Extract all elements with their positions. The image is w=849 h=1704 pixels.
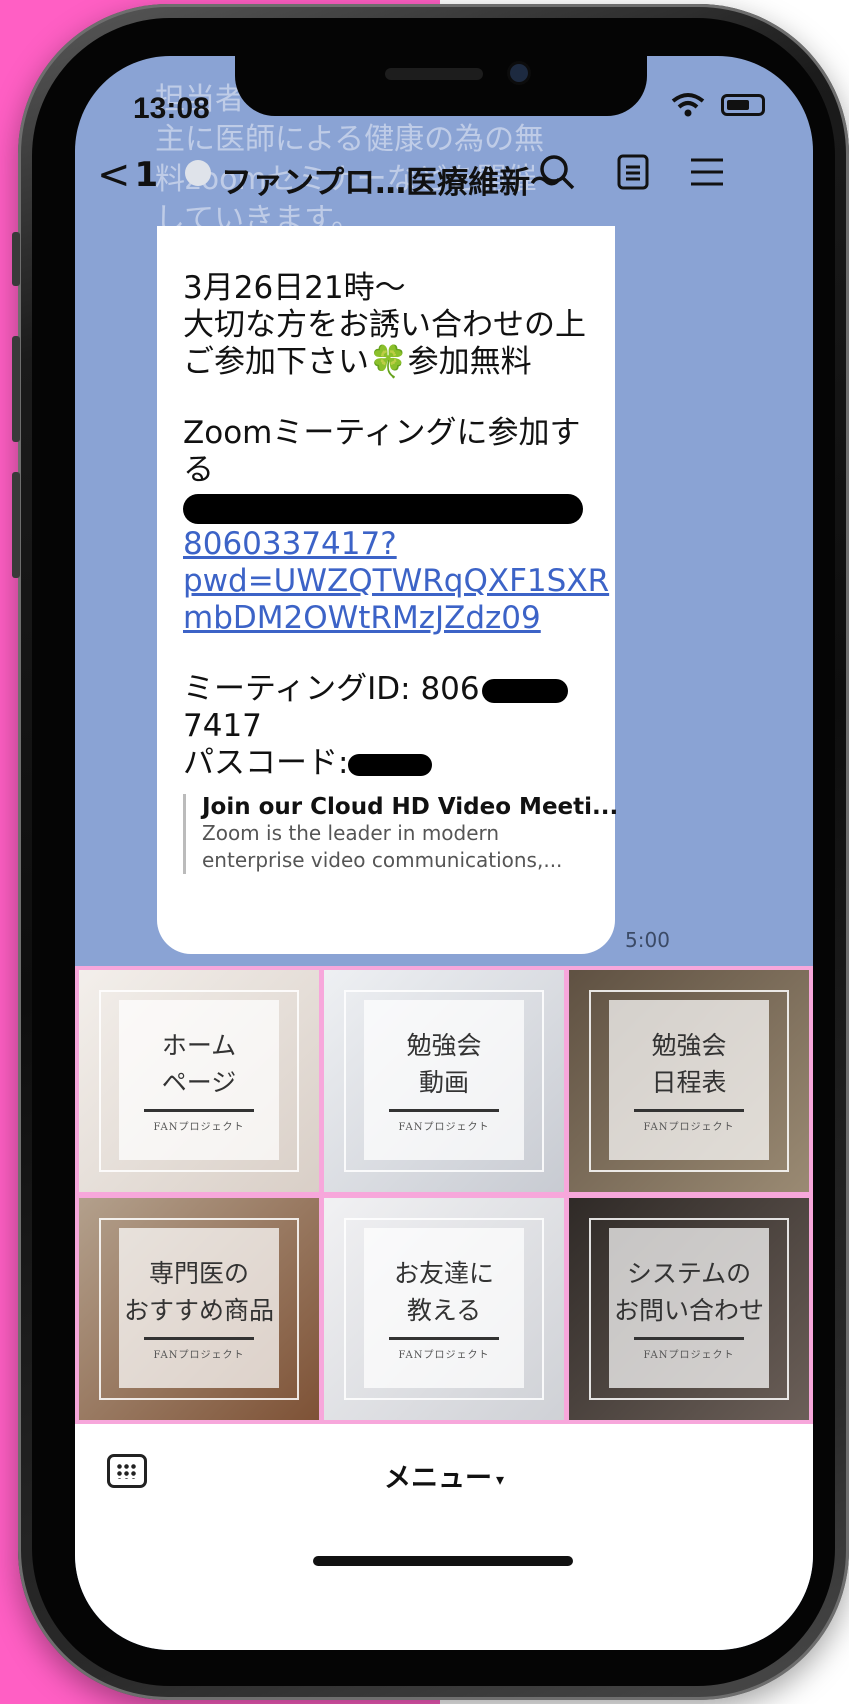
message-timestamp: 5:00 [625,928,670,952]
tile-label: ホーム ページ [161,1031,237,1097]
redaction-bar [183,493,583,524]
caret-down-icon: ▾ [495,1470,505,1489]
rich-menu-tile-homepage[interactable]: ホーム ページ FANプロジェクト [79,970,319,1192]
search-icon[interactable] [537,152,577,192]
rich-menu-tile-tell-friends[interactable]: お友達に 教える FANプロジェクト [324,1198,564,1420]
tile-subtitle: FANプロジェクト [153,1350,245,1361]
tile-label: システムの お問い合わせ [613,1259,764,1325]
status-time: 13:08 [133,92,210,125]
notes-icon[interactable] [613,152,653,192]
unread-count: 1 [134,155,159,195]
menu-icon[interactable] [687,152,727,192]
menu-toggle-button[interactable]: メニュー ▾ [75,1456,813,1495]
notch [235,56,647,116]
shield-badge-icon [185,160,211,186]
volume-up-button [12,336,20,442]
tile-subtitle: FANプロジェクト [643,1122,735,1133]
tile-subtitle: FANプロジェクト [398,1350,490,1361]
tile-label: 勉強会 日程表 [651,1031,727,1097]
tile-label: 勉強会 動画 [406,1031,482,1097]
link-preview[interactable]: Join our Cloud HD Video Meeti... Zoom is… [183,794,618,874]
volume-down-button [12,472,20,578]
tile-subtitle: FANプロジェクト [398,1122,490,1133]
mute-switch [12,232,20,286]
message-text: 3月26日21時〜 大切な方をお誘い合わせの上 ご参加下さい🍀参加無料 Zoom… [183,270,586,488]
rich-menu-tile-recommended-products[interactable]: 専門医の おすすめ商品 FANプロジェクト [79,1198,319,1420]
tile-subtitle: FANプロジェクト [643,1350,735,1361]
back-button[interactable]: < 1 [97,152,158,198]
speaker [385,68,483,80]
rich-menu-tile-system-inquiry[interactable]: システムの お問い合わせ FANプロジェクト [569,1198,809,1420]
redaction-bar [481,678,568,703]
message-bubble[interactable]: 3月26日21時〜 大切な方をお誘い合わせの上 ご参加下さい🍀参加無料 Zoom… [157,226,618,954]
bottom-bar: メニュー ▾ [75,1424,813,1650]
tile-subtitle: FANプロジェクト [153,1122,245,1133]
tile-label: 専門医の おすすめ商品 [123,1259,274,1325]
rich-menu: ホーム ページ FANプロジェクト 勉強会 動画 FANプロジェクト 勉強会 日… [75,966,813,1424]
battery-icon [721,94,765,116]
chevron-left-icon: < [97,152,131,198]
zoom-link[interactable]: 8060337417? pwd=UWZQTWRqQXF1SXR mbDM2OWt… [183,489,609,637]
phone-screen: 13:08 担当者 主に医師による健康の為の無 料zoomセミナーなどを開催 し… [75,56,813,1650]
chat-title[interactable]: ファンプロ…医療維新〜 [221,157,561,202]
wifi-icon [671,93,705,117]
status-icons [671,92,765,118]
link-redacted-line [183,489,589,526]
front-camera [510,64,528,82]
home-indicator[interactable] [313,1556,573,1566]
rich-menu-tile-study-videos[interactable]: 勉強会 動画 FANプロジェクト [324,970,564,1192]
tile-label: お友達に 教える [393,1259,494,1325]
redaction-bar [348,753,433,776]
rich-menu-tile-study-schedule[interactable]: 勉強会 日程表 FANプロジェクト [569,970,809,1192]
meeting-details: ミーティングID: 806 7417 パスコード: [183,671,589,782]
